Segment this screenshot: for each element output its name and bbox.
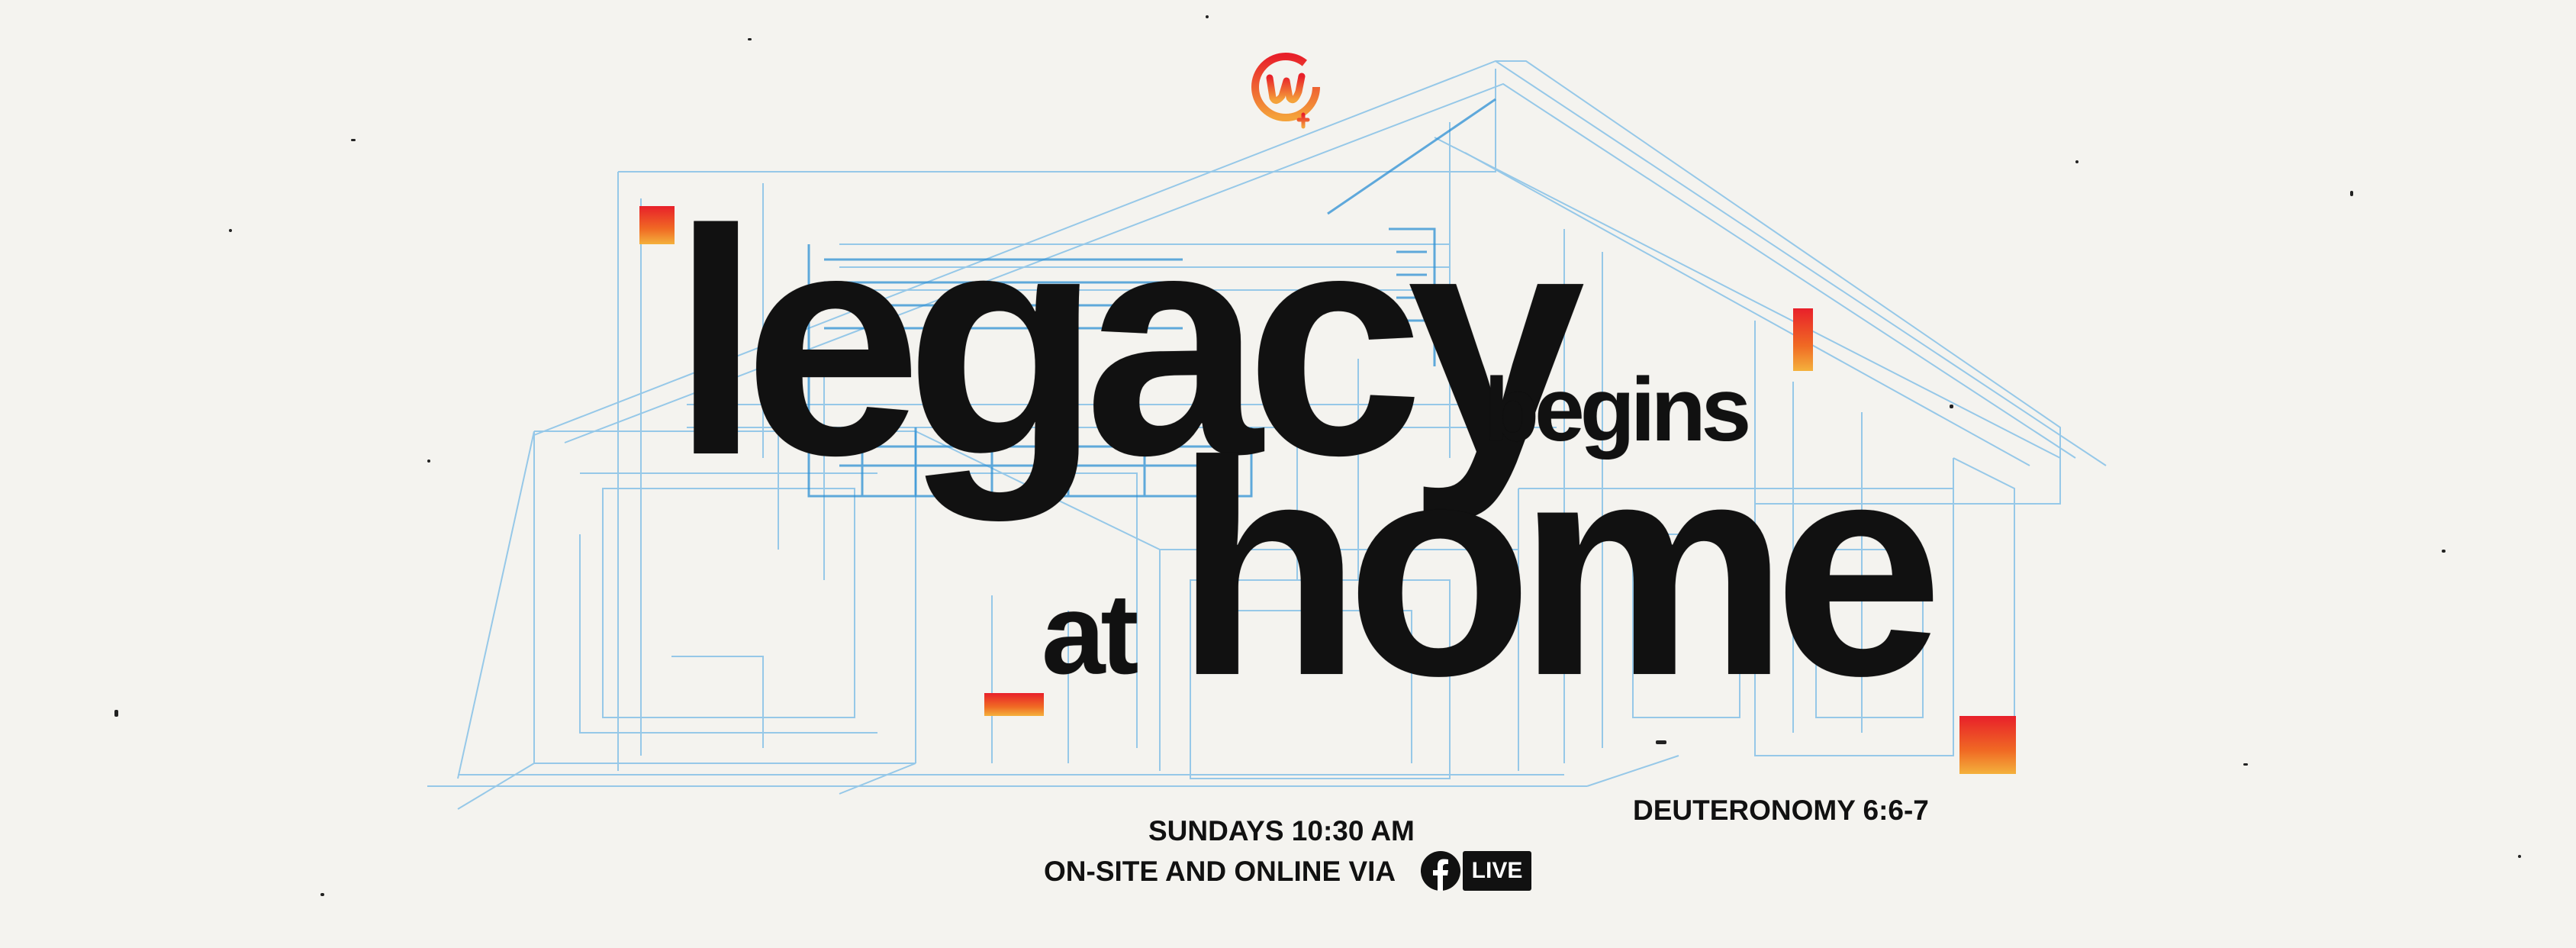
title-word-home: home (1175, 398, 1943, 739)
paper-speck (427, 459, 430, 463)
paper-speck (748, 38, 752, 40)
live-badge: LIVE (1463, 851, 1531, 891)
paper-speck (114, 710, 118, 717)
paper-speck (2075, 160, 2079, 163)
accent-square (1959, 716, 2016, 774)
banner: legacy begins at home SUNDAYS 10:30 AM O… (0, 0, 2576, 948)
paper-speck (2350, 191, 2353, 196)
service-schedule: SUNDAYS 10:30 AM (1148, 815, 1415, 846)
paper-speck (320, 893, 324, 896)
paper-speck (229, 229, 232, 232)
church-logo-icon (1251, 53, 1320, 129)
paper-speck (1950, 405, 1953, 408)
accent-square (984, 693, 1044, 716)
paper-speck (2243, 763, 2248, 766)
facebook-icon (1421, 851, 1460, 891)
paper-speck (1656, 740, 1666, 744)
title-word-at: at (1042, 569, 1138, 698)
accent-square (1793, 308, 1813, 371)
attendance-options: ON-SITE AND ONLINE VIA (1044, 856, 1396, 887)
accent-square (639, 206, 675, 244)
scripture-reference: DEUTERONOMY 6:6-7 (1633, 795, 1929, 826)
paper-speck (351, 139, 356, 141)
paper-speck (2442, 550, 2446, 553)
paper-speck (1206, 15, 1209, 18)
paper-speck (2518, 855, 2521, 858)
